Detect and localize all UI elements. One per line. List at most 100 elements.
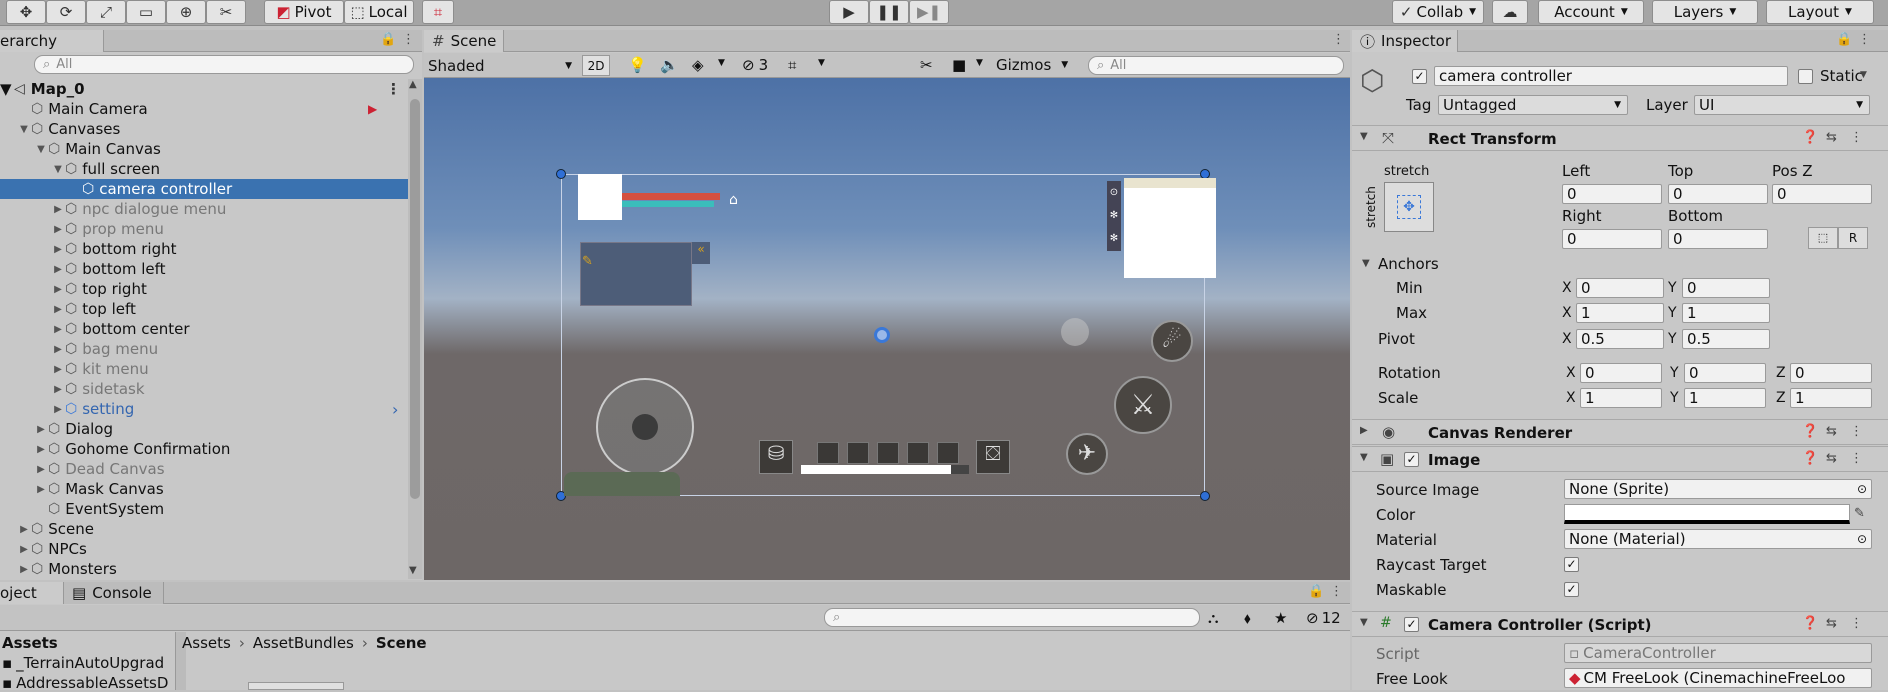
static-checkbox[interactable] xyxy=(1798,69,1813,84)
chevron-down-icon[interactable]: ▼ xyxy=(1860,70,1867,80)
chevron-right-icon[interactable]: ▶ xyxy=(17,544,31,555)
chevron-right-icon[interactable]: ▶ xyxy=(51,304,65,315)
scale-y-field[interactable]: 1 xyxy=(1684,388,1766,408)
tree-item[interactable]: ▪ _TerrainAutoUpgrad xyxy=(2,654,164,672)
kebab-menu-icon[interactable]: ⋮ xyxy=(386,80,401,98)
right-field[interactable]: 0 xyxy=(1562,229,1662,249)
custom-tool-button[interactable]: ✂ xyxy=(206,0,246,24)
canvas-renderer-header[interactable]: ▶ ◉ Canvas Renderer ❓ ⇆ ⋮ xyxy=(1352,419,1888,445)
play-button[interactable]: ▶ xyxy=(829,0,869,24)
maskable-checkbox[interactable]: ✓ xyxy=(1564,582,1579,597)
kebab-menu-icon[interactable]: ⋮ xyxy=(1332,32,1345,47)
scene-viewport[interactable]: ⌂ ✎ « ⊙ ✻ ✻ ⛁ ⛋ ☄ ⚔ ✈ xyxy=(424,78,1350,580)
chevron-right-icon[interactable]: ▶ xyxy=(17,524,31,535)
hierarchy-row[interactable]: ▶ ⬡ Gohome Confirmation xyxy=(0,439,410,459)
bottom-field[interactable]: 0 xyxy=(1668,229,1768,249)
hierarchy-row[interactable]: ▼ ⬡ Canvases xyxy=(0,119,410,139)
tag-dropdown[interactable]: Untagged ▼ xyxy=(1438,95,1628,115)
tools-icon[interactable]: ✂ xyxy=(920,56,933,74)
rect-transform-header[interactable]: ▼ ⤧ Rect Transform ❓ ⇆ ⋮ xyxy=(1352,125,1888,151)
pivot-y-field[interactable]: 0.5 xyxy=(1682,329,1770,349)
audio-icon[interactable]: 🔈 xyxy=(660,56,679,74)
hierarchy-row[interactable]: ▶ ⬡ setting › xyxy=(0,399,410,419)
rotation-x-field[interactable]: 0 xyxy=(1580,363,1662,383)
hierarchy-row[interactable]: ⬡ Main Camera ▶ xyxy=(0,99,410,119)
local-button[interactable]: ⬚ Local xyxy=(344,0,414,24)
hierarchy-row[interactable]: ▼ ⬡ full screen xyxy=(0,159,410,179)
chevron-down-icon[interactable]: ▼ xyxy=(818,58,825,68)
breadcrumb-item[interactable]: AssetBundles xyxy=(253,634,354,652)
cloud-button[interactable]: ☁ xyxy=(1492,0,1528,24)
scene-search-input[interactable]: ⌕ All xyxy=(1088,56,1344,75)
step-button[interactable]: ▶❚ xyxy=(909,0,949,24)
pivot-button[interactable]: ◩ Pivot xyxy=(264,0,344,24)
pause-button[interactable]: ❚❚ xyxy=(869,0,909,24)
tab-hierarchy[interactable]: erarchy xyxy=(0,30,104,52)
collab-dropdown[interactable]: ✓ Collab ▼ xyxy=(1392,0,1484,24)
kebab-menu-icon[interactable]: ⋮ xyxy=(402,32,415,47)
hierarchy-scrollbar[interactable]: ▲ ▼ xyxy=(408,79,422,579)
chevron-down-icon[interactable]: ▼ xyxy=(1360,131,1368,142)
scroll-up-icon[interactable]: ▲ xyxy=(409,79,417,90)
blueprint-mode-button[interactable]: ⬚ xyxy=(1808,227,1838,249)
preset-icon[interactable]: ⇆ xyxy=(1826,616,1837,631)
hidden-objects-toggle[interactable]: ⊘ 3 xyxy=(742,56,768,74)
chevron-right-icon[interactable]: ▶ xyxy=(51,224,65,235)
material-field[interactable]: None (Material) ⊙ xyxy=(1564,529,1872,549)
grid-snap-icon[interactable]: ⌗ xyxy=(788,56,796,74)
chevron-right-icon[interactable]: ▶ xyxy=(51,204,65,215)
chevron-right-icon[interactable]: ▶ xyxy=(51,264,65,275)
layers-dropdown[interactable]: Layers ▼ xyxy=(1652,0,1758,24)
project-search-input[interactable]: ⌕ xyxy=(824,608,1200,627)
move-tool-button[interactable]: ✥ xyxy=(6,0,46,24)
source-image-field[interactable]: None (Sprite) ⊙ xyxy=(1564,479,1872,499)
chevron-down-icon[interactable]: ▼ xyxy=(51,164,65,175)
prefab-open-icon[interactable]: › xyxy=(392,400,398,419)
chevron-right-icon[interactable]: ▶ xyxy=(1360,425,1368,436)
scene-root-row[interactable]: ▼ ◁ Map_0 ⋮ xyxy=(0,79,408,99)
scale-tool-button[interactable]: ⤢ xyxy=(86,0,126,24)
chevron-right-icon[interactable]: ▶ xyxy=(51,384,65,395)
chevron-down-icon[interactable]: ▼ xyxy=(1362,258,1370,269)
raycast-target-checkbox[interactable]: ✓ xyxy=(1564,557,1579,572)
breadcrumb-item[interactable]: Scene xyxy=(376,634,427,652)
pivot-handle[interactable] xyxy=(874,327,890,343)
light-icon[interactable]: 💡 xyxy=(628,56,647,74)
eyedropper-icon[interactable]: ✎ xyxy=(1854,506,1865,521)
chevron-down-icon[interactable]: ▼ xyxy=(1360,452,1368,463)
active-checkbox[interactable]: ✓ xyxy=(1412,69,1427,84)
hierarchy-row[interactable]: ▶ ⬡ NPCs xyxy=(0,539,410,559)
hierarchy-row[interactable]: ▶ ⬡ Monsters xyxy=(0,559,410,579)
chevron-down-icon[interactable]: ▼ xyxy=(34,144,48,155)
rect-handle-top-left[interactable] xyxy=(556,169,566,179)
chevron-down-icon[interactable]: ▼ xyxy=(976,58,983,68)
account-dropdown[interactable]: Account ▼ xyxy=(1538,0,1644,24)
image-component-header[interactable]: ▼ ▣ ✓ Image ❓ ⇆ ⋮ xyxy=(1352,446,1888,472)
anchor-min-y-field[interactable]: 0 xyxy=(1682,278,1770,298)
hierarchy-row[interactable]: ▶ ⬡ Mask Canvas xyxy=(0,479,410,499)
chevron-right-icon[interactable]: ▶ xyxy=(51,324,65,335)
tree-root-assets[interactable]: Assets xyxy=(2,634,58,652)
chevron-down-icon[interactable]: ▼ xyxy=(718,58,725,68)
chevron-down-icon[interactable]: ▼ xyxy=(17,124,31,135)
kebab-menu-icon[interactable]: ⋮ xyxy=(1850,451,1863,466)
chevron-right-icon[interactable]: ▶ xyxy=(34,444,48,455)
color-swatch[interactable] xyxy=(1564,504,1850,524)
pivot-x-field[interactable]: 0.5 xyxy=(1576,329,1664,349)
hierarchy-row[interactable]: ▼ ⬡ Main Canvas xyxy=(0,139,410,159)
layer-dropdown[interactable]: UI ▼ xyxy=(1694,95,1870,115)
camera-controller-header[interactable]: ▼ # ✓ Camera Controller (Script) ❓ ⇆ ⋮ xyxy=(1352,611,1888,637)
object-picker-icon[interactable]: ⊙ xyxy=(1857,482,1867,496)
2d-toggle[interactable]: 2D xyxy=(582,55,610,76)
help-icon[interactable]: ❓ xyxy=(1802,130,1818,145)
rotation-z-field[interactable]: 0 xyxy=(1790,363,1872,383)
hierarchy-row[interactable]: ⬡ camera controller xyxy=(0,179,410,199)
lock-icon[interactable]: 🔒 xyxy=(1836,32,1852,47)
chevron-right-icon[interactable]: ▶ xyxy=(51,284,65,295)
shading-dropdown[interactable]: Shaded ▼ xyxy=(428,56,574,75)
hidden-packages-toggle[interactable]: ⊘ 12 xyxy=(1306,609,1341,627)
star-icon[interactable]: ★ xyxy=(1274,609,1287,627)
hierarchy-row[interactable]: ▶ ⬡ Scene xyxy=(0,519,410,539)
object-name-field[interactable]: camera controller xyxy=(1434,66,1788,86)
tab-scene[interactable]: # Scene xyxy=(424,30,504,52)
